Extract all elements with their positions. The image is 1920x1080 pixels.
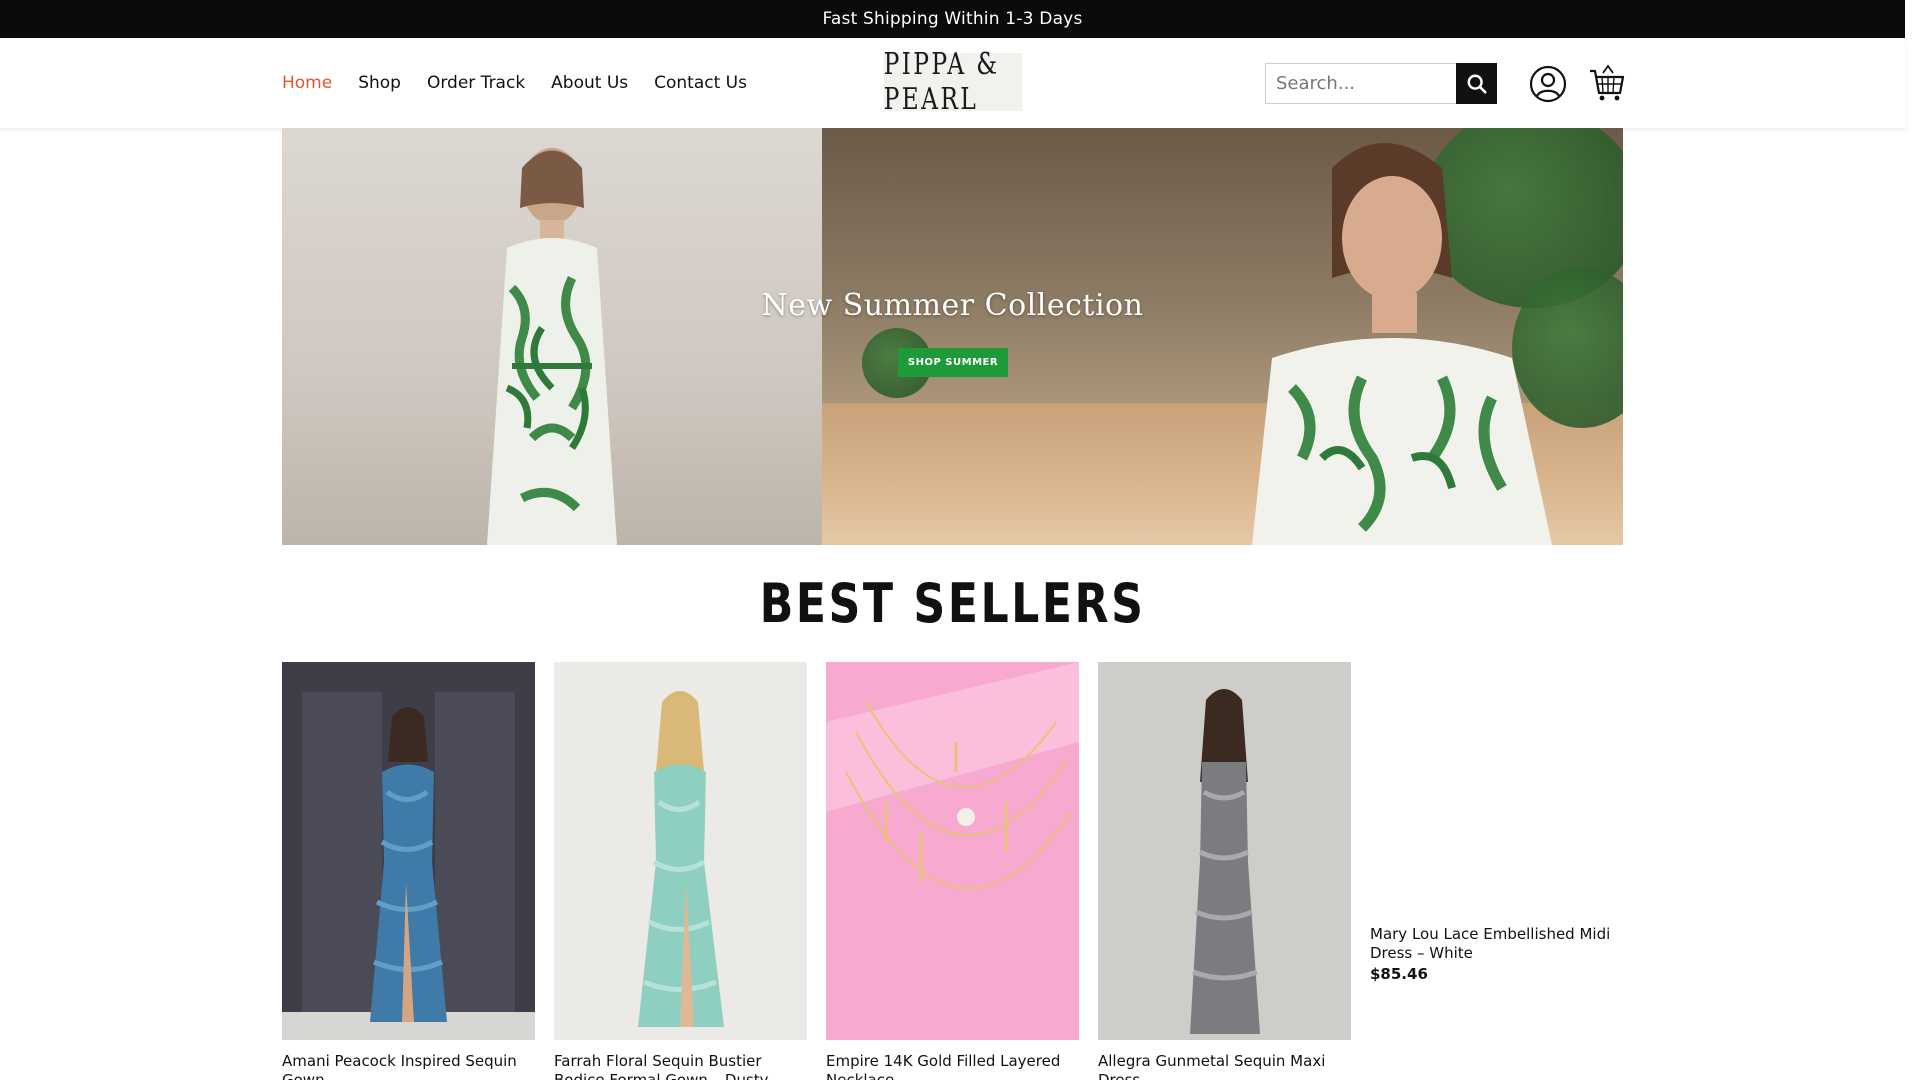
- product-card[interactable]: Empire 14K Gold Filled Layered Necklace: [826, 662, 1079, 1080]
- nav-contact-us[interactable]: Contact Us: [654, 73, 747, 93]
- shop-summer-button[interactable]: SHOP SUMMER: [898, 348, 1008, 377]
- product-card[interactable]: Farrah Floral Sequin Bustier Bodice Form…: [554, 662, 807, 1080]
- page: Fast Shipping Within 1-3 Days Home Shop …: [0, 0, 1920, 1080]
- product-card[interactable]: Amani Peacock Inspired Sequin Gown: [282, 662, 535, 1080]
- product-price: $85.46: [1370, 965, 1428, 983]
- product-name[interactable]: Farrah Floral Sequin Bustier Bodice Form…: [554, 1052, 807, 1080]
- product-photo: [826, 662, 1079, 1040]
- nav-home[interactable]: Home: [282, 73, 332, 93]
- nav-shop[interactable]: Shop: [358, 73, 401, 93]
- product-name[interactable]: Mary Lou Lace Embellished Midi Dress – W…: [1370, 925, 1623, 963]
- announcement-text: Fast Shipping Within 1-3 Days: [822, 9, 1083, 29]
- product-photo: [554, 662, 807, 1040]
- announcement-bar: Fast Shipping Within 1-3 Days: [0, 0, 1905, 38]
- product-image[interactable]: [554, 662, 807, 1040]
- product-photo: [1098, 662, 1351, 1040]
- best-sellers-title: BEST SELLERS: [759, 572, 1146, 635]
- product-image[interactable]: [1098, 662, 1351, 1040]
- product-photo: [282, 662, 535, 1040]
- search-button[interactable]: [1456, 63, 1497, 104]
- logo-text: PIPPA & PEARL: [883, 47, 1000, 117]
- search-icon: [1467, 74, 1487, 94]
- site-logo[interactable]: PIPPA & PEARL: [883, 47, 1023, 117]
- hero-banner[interactable]: New Summer Collection SHOP SUMMER: [282, 128, 1623, 545]
- search-form: [1265, 63, 1497, 104]
- main-nav: Home Shop Order Track About Us Contact U…: [282, 38, 747, 128]
- hero-model-right: [1252, 143, 1552, 545]
- product-image[interactable]: [282, 662, 535, 1040]
- user-account-icon: [1529, 65, 1567, 103]
- account-button[interactable]: [1529, 65, 1567, 103]
- product-name[interactable]: Amani Peacock Inspired Sequin Gown: [282, 1052, 535, 1080]
- product-name[interactable]: Allegra Gunmetal Sequin Maxi Dress: [1098, 1052, 1351, 1080]
- site-header: Home Shop Order Track About Us Contact U…: [0, 38, 1905, 128]
- search-input[interactable]: [1265, 63, 1456, 104]
- shopping-cart-icon: [1590, 64, 1625, 101]
- cart-button[interactable]: [1588, 63, 1626, 103]
- product-image[interactable]: [826, 662, 1079, 1040]
- hero-title: New Summer Collection: [761, 288, 1144, 323]
- product-card[interactable]: Mary Lou Lace Embellished Midi Dress – W…: [1370, 925, 1623, 983]
- nav-about-us[interactable]: About Us: [551, 73, 628, 93]
- product-card[interactable]: Allegra Gunmetal Sequin Maxi Dress: [1098, 662, 1351, 1080]
- hero-model-left: [487, 148, 617, 545]
- product-name[interactable]: Empire 14K Gold Filled Layered Necklace: [826, 1052, 1079, 1080]
- nav-order-track[interactable]: Order Track: [427, 73, 525, 93]
